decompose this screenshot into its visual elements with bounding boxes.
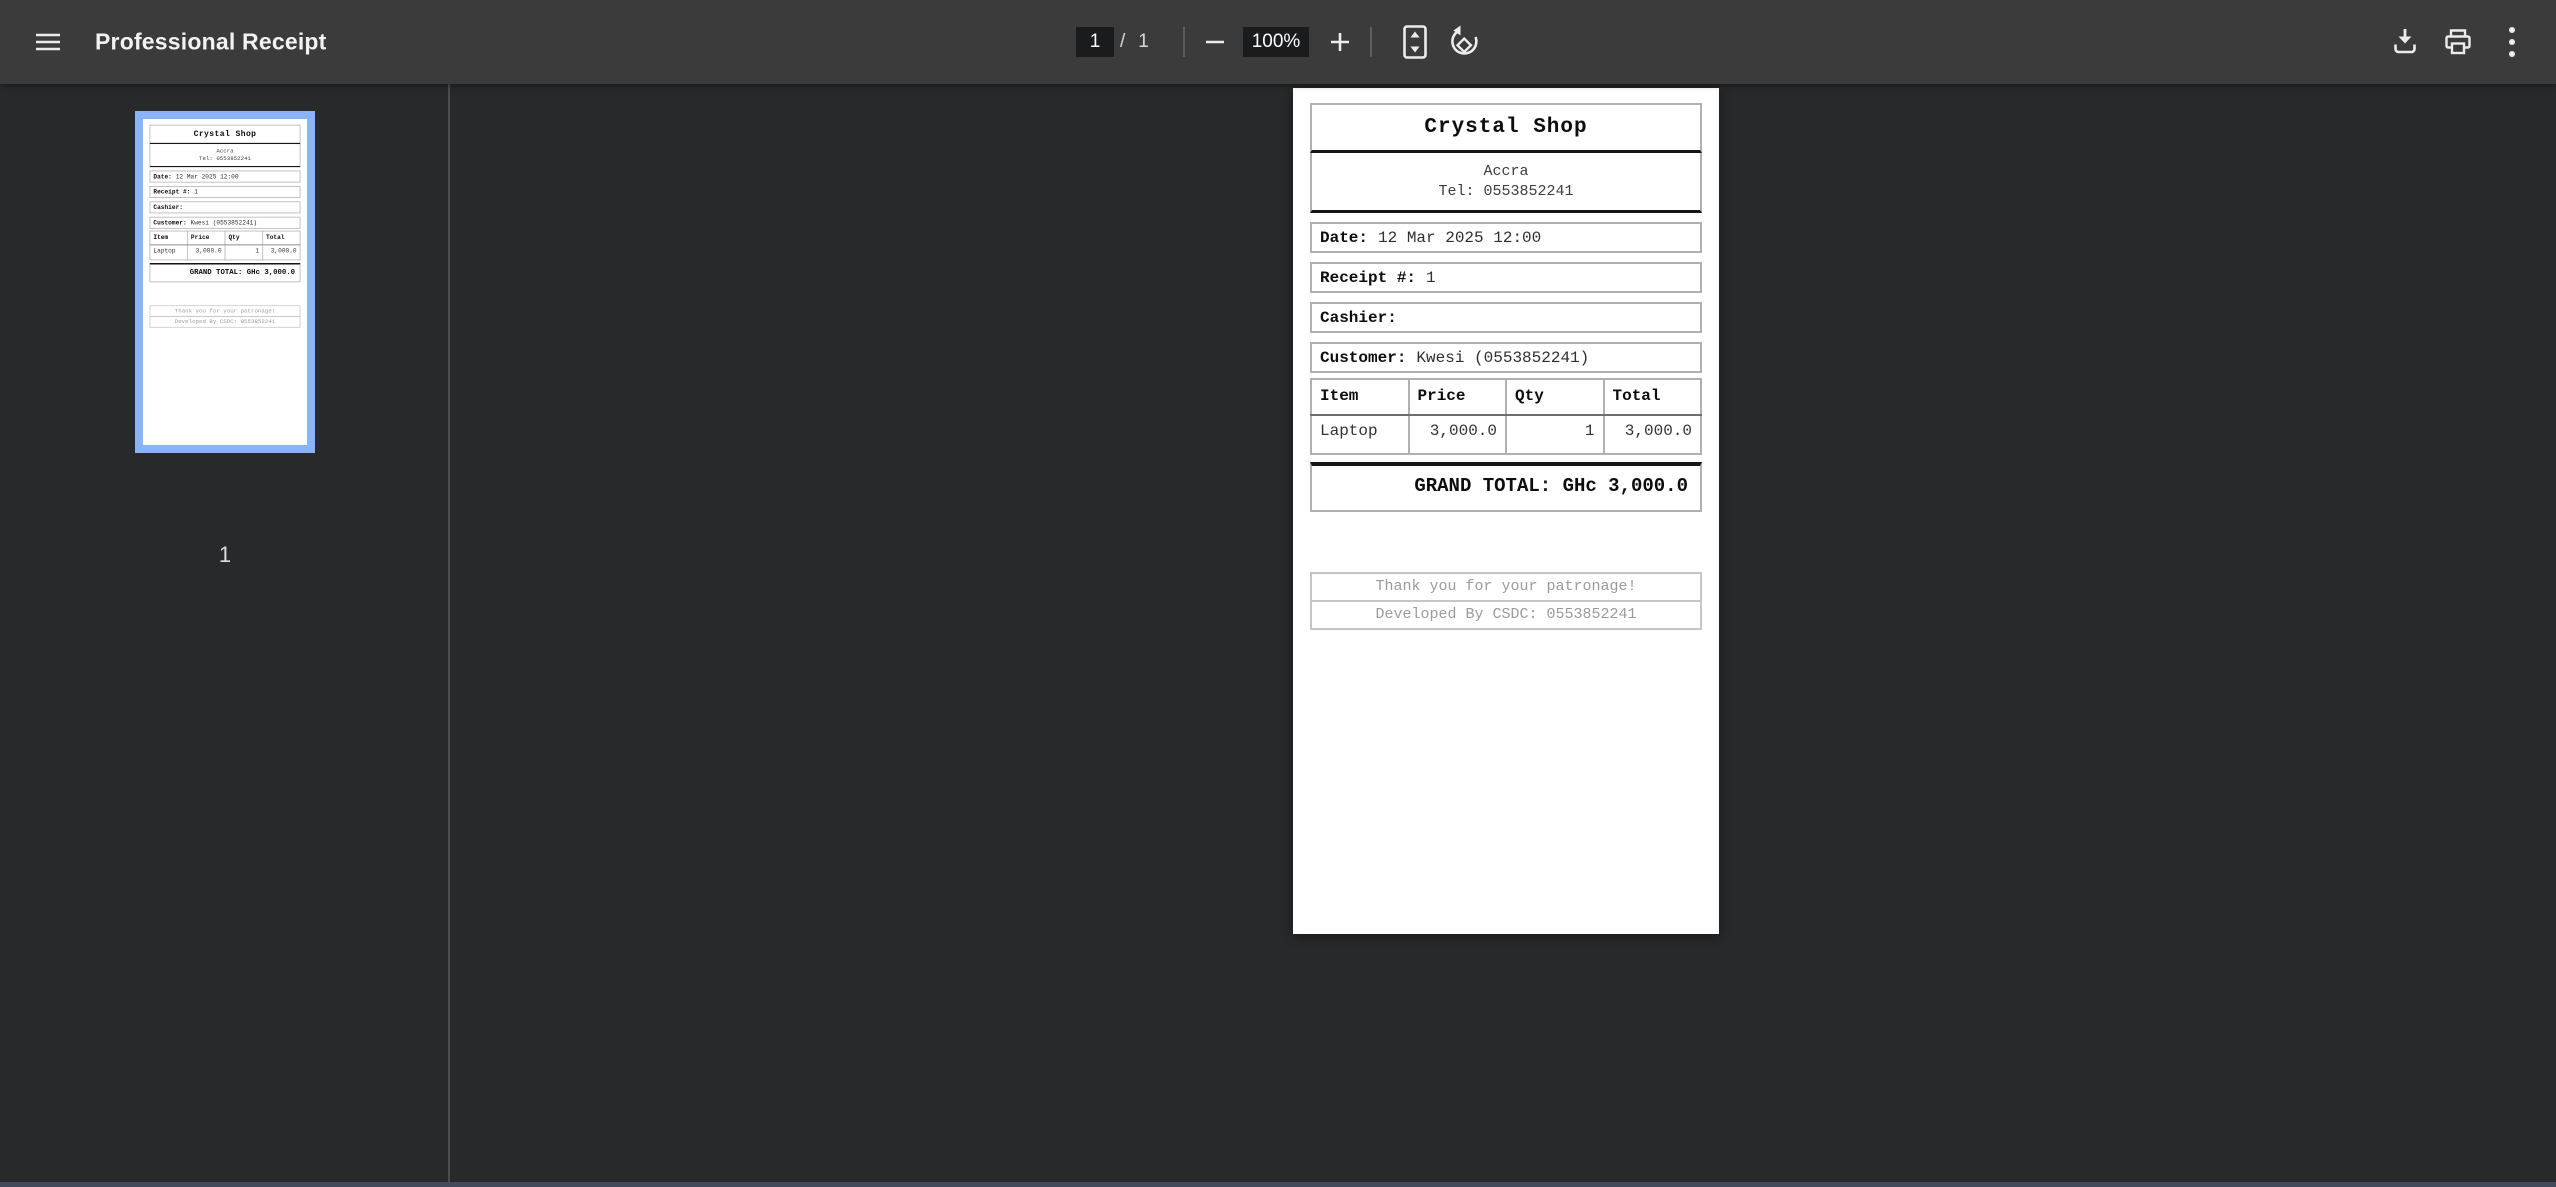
receipt-address: Accra: [150, 147, 299, 155]
items-table: Item Price Qty Total Laptop 3,000.0 1 3,…: [150, 231, 301, 261]
field-value: 12 Mar 2025 12:00: [1378, 229, 1541, 247]
page-number-input[interactable]: [1076, 27, 1114, 57]
rotate-ccw-icon: [1447, 25, 1481, 59]
receipt-shop-name: Crystal Shop: [1310, 103, 1702, 153]
field-label: Cashier:: [153, 204, 183, 211]
table-row: Laptop 3,000.0 1 3,000.0: [1311, 415, 1701, 454]
field-value: 1: [194, 189, 198, 196]
field-label: Date:: [153, 173, 171, 180]
menu-button[interactable]: [21, 15, 75, 69]
rotate-button[interactable]: [1437, 15, 1491, 69]
table-header-row: Item Price Qty Total: [1311, 379, 1701, 415]
field-label: Cashier:: [1320, 309, 1397, 327]
table-header-row: Item Price Qty Total: [150, 231, 300, 245]
download-icon: [2391, 27, 2419, 57]
zoom-out-button[interactable]: [1188, 15, 1242, 69]
receipt-address: Accra: [1312, 162, 1700, 182]
receipt-contact-block: Accra Tel: 0553852241: [1310, 153, 1702, 213]
fit-to-page-icon: [1403, 25, 1427, 59]
toolbar-separator: [1183, 27, 1185, 57]
field-label: Customer:: [1320, 349, 1406, 367]
document-viewport[interactable]: Crystal Shop Accra Tel: 0553852241 Date:…: [452, 84, 2556, 1182]
field-value: 1: [1426, 269, 1436, 287]
footer-thanks-line: Thank you for your patronage!: [1310, 572, 1702, 602]
receipt-page: Crystal Shop Accra Tel: 0553852241 Date:…: [143, 119, 307, 445]
field-value: Kwesi (0553852241): [191, 219, 258, 226]
pdf-viewer-toolbar: Professional Receipt /1 100%: [0, 0, 2556, 84]
receipt-field-cashier: Cashier:: [1310, 302, 1702, 333]
table-header-item: Item: [150, 231, 188, 245]
table-header-qty: Qty: [225, 231, 263, 245]
receipt-page: Crystal Shop Accra Tel: 0553852241 Date:…: [1293, 88, 1719, 934]
page-divider: /: [1120, 31, 1125, 52]
table-header-item: Item: [1311, 379, 1409, 415]
receipt-footer: Thank you for your patronage! Developed …: [1310, 572, 1702, 630]
table-header-price: Price: [187, 231, 225, 245]
fit-to-page-button[interactable]: [1388, 15, 1442, 69]
hamburger-menu-icon: [35, 32, 61, 52]
zoom-level: 100%: [1243, 27, 1309, 57]
table-cell-qty: 1: [225, 245, 263, 260]
plus-icon: [1329, 31, 1351, 53]
document-page-host: Crystal Shop Accra Tel: 0553852241 Date:…: [1293, 88, 1719, 934]
table-header-total: Total: [1604, 379, 1702, 415]
table-header-total: Total: [263, 231, 301, 245]
footer-developer-line: Developed By CSDC: 0553852241: [150, 316, 301, 328]
receipt-shop-name: Crystal Shop: [150, 125, 301, 144]
receipt-field-date: Date: 12 Mar 2025 12:00: [150, 171, 301, 183]
kebab-menu-icon: [2507, 26, 2517, 58]
receipt-field-date: Date: 12 Mar 2025 12:00: [1310, 222, 1702, 253]
print-icon: [2443, 27, 2473, 57]
receipt-field-number: Receipt #: 1: [150, 186, 301, 198]
page-count-display: /1: [1120, 27, 1149, 57]
table-row: Laptop 3,000.0 1 3,000.0: [150, 245, 300, 260]
table-header-qty: Qty: [1506, 379, 1604, 415]
grand-total: GRAND TOTAL: GHc 3,000.0: [150, 263, 301, 282]
receipt-contact-block: Accra Tel: 0553852241: [150, 144, 301, 167]
receipt-field-cashier: Cashier:: [150, 201, 301, 213]
table-cell-item: Laptop: [150, 245, 188, 260]
field-value: Kwesi (0553852241): [1416, 349, 1589, 367]
field-label: Receipt #:: [1320, 269, 1416, 287]
more-options-button[interactable]: [2485, 15, 2539, 69]
page-thumbnail[interactable]: Crystal Shop Accra Tel: 0553852241 Date:…: [135, 111, 315, 453]
table-cell-qty: 1: [1506, 415, 1604, 454]
grand-total: GRAND TOTAL: GHc 3,000.0: [1310, 462, 1702, 512]
total-pages: 1: [1138, 31, 1149, 52]
zoom-in-button[interactable]: [1313, 15, 1367, 69]
minus-icon: [1204, 31, 1226, 53]
field-value: 12 Mar 2025 12:00: [176, 173, 239, 180]
thumbnail-page-number: 1: [135, 542, 315, 568]
receipt-footer: Thank you for your patronage! Developed …: [150, 305, 301, 327]
field-label: Customer:: [153, 219, 186, 226]
table-cell-item: Laptop: [1311, 415, 1409, 454]
thumbnail-panel: Crystal Shop Accra Tel: 0553852241 Date:…: [0, 84, 450, 1182]
thumbnail-preview: Crystal Shop Accra Tel: 0553852241 Date:…: [143, 119, 307, 445]
field-label: Date:: [1320, 229, 1368, 247]
document-title: Professional Receipt: [95, 29, 327, 56]
print-button[interactable]: [2431, 15, 2485, 69]
table-cell-total: 3,000.0: [1604, 415, 1702, 454]
receipt-phone: Tel: 0553852241: [150, 155, 299, 163]
table-cell-price: 3,000.0: [187, 245, 225, 260]
items-table: Item Price Qty Total Laptop 3,000.0 1 3,…: [1310, 378, 1702, 455]
field-label: Receipt #:: [153, 189, 190, 196]
window-bottom-edge: [0, 1182, 2556, 1187]
receipt-field-number: Receipt #: 1: [1310, 262, 1702, 293]
receipt-field-customer: Customer: Kwesi (0553852241): [150, 217, 301, 229]
toolbar-separator: [1370, 27, 1372, 57]
table-header-price: Price: [1409, 379, 1507, 415]
footer-developer-line: Developed By CSDC: 0553852241: [1310, 600, 1702, 630]
table-cell-total: 3,000.0: [263, 245, 301, 260]
table-cell-price: 3,000.0: [1409, 415, 1507, 454]
download-button[interactable]: [2378, 15, 2432, 69]
receipt-phone: Tel: 0553852241: [1312, 182, 1700, 202]
receipt-field-customer: Customer: Kwesi (0553852241): [1310, 342, 1702, 373]
